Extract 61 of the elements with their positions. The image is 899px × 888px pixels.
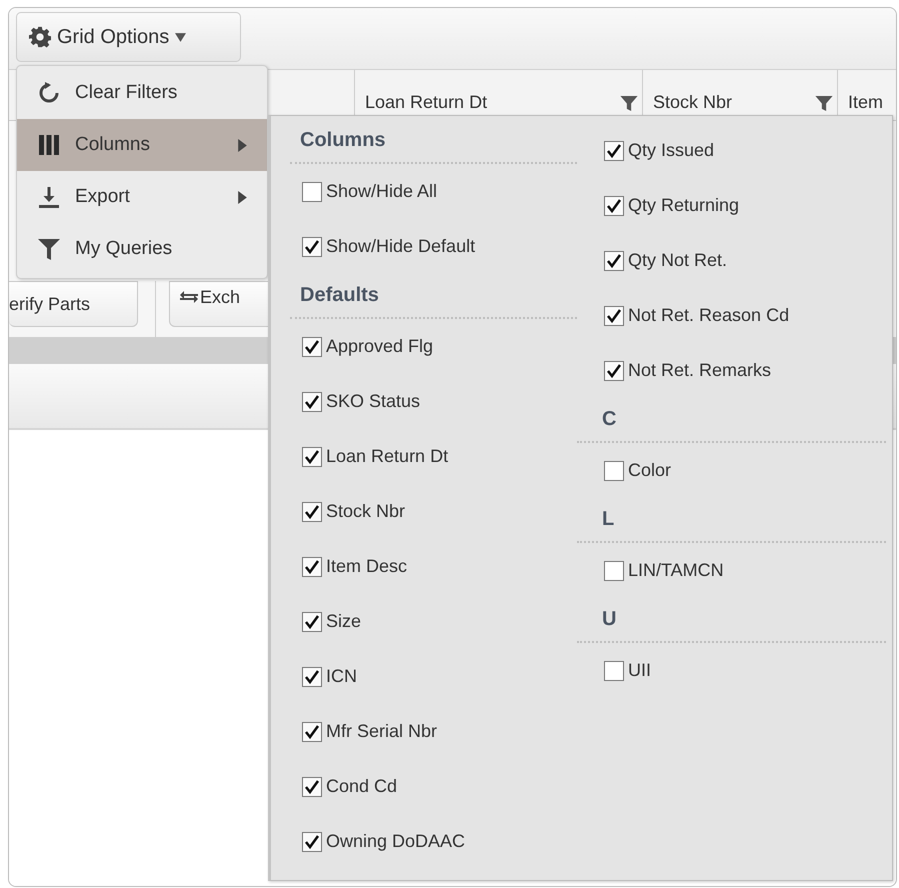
checkbox[interactable] — [302, 336, 322, 356]
column-toggle[interactable]: Qty Issued — [577, 123, 886, 178]
filter-icon[interactable] — [815, 96, 833, 111]
checkbox[interactable] — [302, 236, 322, 256]
checkbox[interactable] — [604, 306, 624, 326]
column-toggle[interactable]: Loan Return Dt — [290, 429, 577, 484]
checkbox[interactable] — [302, 832, 322, 852]
checkbox[interactable] — [302, 182, 322, 202]
checkbox[interactable] — [302, 392, 322, 412]
menu-item[interactable]: Export — [17, 171, 267, 223]
column-toggle[interactable]: Show/Hide All — [290, 164, 577, 219]
column-toggle[interactable]: Owning DoDAAC — [290, 814, 577, 869]
verify-parts-button[interactable]: erify Parts — [9, 281, 138, 327]
column-toggle[interactable]: Show/Hide Default — [290, 219, 577, 274]
column-toggle[interactable]: SKO Status — [290, 374, 577, 429]
column-toggle[interactable]: UII — [577, 643, 886, 698]
caret-icon — [175, 32, 186, 42]
exchange-icon — [180, 291, 198, 303]
column-toggle[interactable]: Not Ret. Remarks — [577, 343, 886, 398]
submenu-arrow-icon — [238, 190, 247, 204]
checkbox[interactable] — [302, 502, 322, 522]
checkbox[interactable] — [302, 612, 322, 632]
grid-options-button[interactable]: Grid Options — [16, 12, 241, 62]
filter-icon — [37, 237, 61, 261]
columns-icon — [37, 133, 61, 157]
section-heading: L — [577, 498, 886, 543]
section-heading: Defaults — [290, 274, 577, 319]
checkbox[interactable] — [604, 360, 624, 380]
column-toggle[interactable]: Qty Returning — [577, 178, 886, 233]
column-toggle[interactable]: Mfr Serial Nbr — [290, 704, 577, 759]
checkbox[interactable] — [604, 560, 624, 580]
filter-icon[interactable] — [620, 96, 638, 111]
refresh-icon — [37, 81, 61, 105]
column-toggle[interactable]: Color — [577, 443, 886, 498]
download-icon — [37, 185, 61, 209]
submenu-arrow-icon — [238, 138, 247, 152]
checkbox[interactable] — [302, 722, 322, 742]
checkbox[interactable] — [302, 776, 322, 796]
column-toggle[interactable]: Size — [290, 594, 577, 649]
column-toggle[interactable]: Cond Cd — [290, 759, 577, 814]
column-toggle[interactable]: ICN — [290, 649, 577, 704]
checkbox[interactable] — [302, 666, 322, 686]
menu-item[interactable]: My Queries — [17, 223, 267, 275]
checkbox[interactable] — [604, 660, 624, 680]
section-heading: U — [577, 598, 886, 643]
checkbox[interactable] — [302, 446, 322, 466]
checkbox[interactable] — [604, 196, 624, 216]
column-toggle[interactable]: LIN/TAMCN — [577, 543, 886, 598]
menu-item[interactable]: Clear Filters — [17, 67, 267, 119]
settings-icon — [29, 26, 51, 48]
column-toggle[interactable]: Item Desc — [290, 539, 577, 594]
menu-item[interactable]: Columns — [17, 119, 267, 171]
checkbox[interactable] — [302, 556, 322, 576]
column-toggle[interactable]: Stock Nbr — [290, 484, 577, 539]
section-heading: C — [577, 398, 886, 443]
column-toggle[interactable]: Not Ret. Reason Cd — [577, 288, 886, 343]
checkbox[interactable] — [604, 250, 624, 270]
section-heading: Columns — [290, 119, 577, 164]
column-toggle[interactable]: Qty Not Ret. — [577, 233, 886, 288]
checkbox[interactable] — [604, 460, 624, 480]
checkbox[interactable] — [604, 140, 624, 160]
